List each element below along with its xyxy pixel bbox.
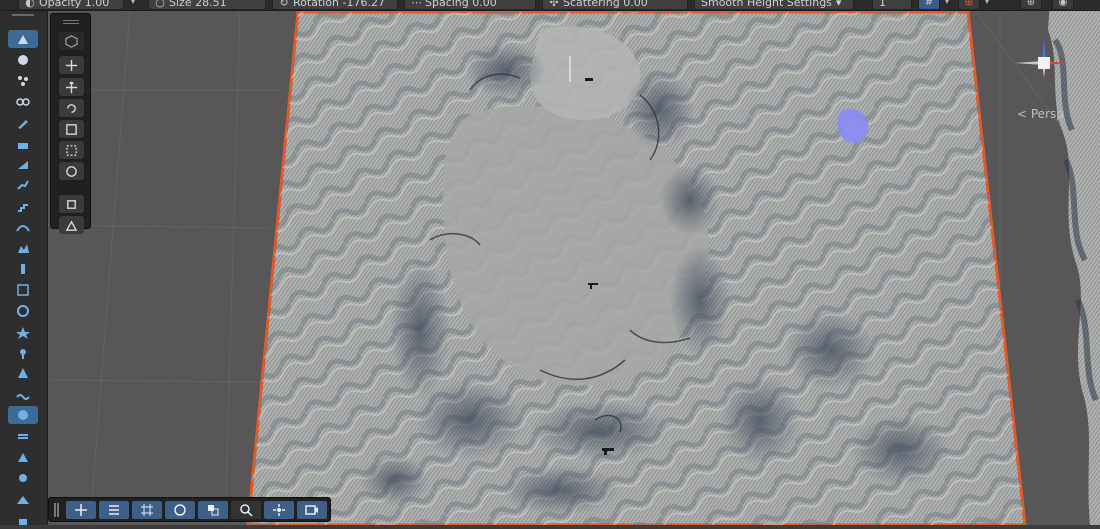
size-field[interactable]: ○ Size 28.51 — [148, 0, 266, 10]
terrain-tool-icon[interactable] — [59, 216, 84, 234]
bar-handle[interactable] — [54, 503, 56, 517]
cube-icon[interactable] — [59, 32, 84, 50]
thermal-erosion-icon[interactable] — [8, 406, 38, 425]
ridge-icon[interactable] — [8, 490, 38, 508]
rotate-tool-icon[interactable] — [59, 99, 84, 117]
noise-icon[interactable] — [8, 260, 38, 278]
brush-icon[interactable] — [8, 114, 38, 132]
terrace-icon[interactable] — [8, 197, 38, 215]
scene-viewport[interactable] — [0, 0, 1100, 525]
camera-icon[interactable] — [297, 501, 327, 519]
center-cube[interactable] — [1038, 57, 1050, 69]
strip-handle[interactable] — [12, 14, 34, 16]
snap-dropdown-icon[interactable]: ▾ — [940, 0, 954, 10]
erosion-icon[interactable] — [8, 364, 38, 382]
move-icon[interactable] — [66, 501, 96, 519]
size-icon: ○ — [155, 0, 165, 9]
globe-icon[interactable]: ⊕ — [1020, 0, 1042, 10]
move-tool-icon[interactable] — [59, 78, 84, 96]
snap-icon[interactable]: # — [918, 0, 940, 10]
grid-icon[interactable] — [132, 501, 162, 519]
twist-icon[interactable] — [8, 302, 38, 320]
smudge-icon[interactable] — [8, 323, 38, 341]
slope-flatten-icon[interactable] — [8, 176, 38, 194]
gizmo-toggle-icon[interactable]: ⊞ — [958, 0, 980, 10]
wind-erosion-icon[interactable] — [8, 385, 38, 403]
smooth-height-settings-dropdown[interactable]: Smooth Height Settings ▾ — [694, 0, 854, 10]
mesa-icon[interactable] — [8, 511, 38, 529]
projection-label[interactable]: < Persp — [1017, 107, 1064, 121]
brush-settings-toolbar: ◐ Opacity 1.00 ▾ ○ Size 28.51 ↻ Rotation -1… — [0, 0, 1100, 11]
contrast-icon[interactable] — [8, 218, 38, 236]
rotation-field[interactable]: ↻ Rotation -176.27 — [272, 0, 398, 10]
stamp-icon[interactable] — [8, 93, 38, 111]
scattering-field[interactable]: ✣ Scattering 0.00 — [542, 0, 688, 10]
circle-icon[interactable] — [165, 501, 195, 519]
search-icon[interactable] — [231, 501, 261, 519]
spacing-field[interactable]: ⋯ Spacing 0.00 — [404, 0, 536, 10]
panel-handle[interactable] — [63, 20, 79, 21]
bridge-icon[interactable] — [8, 448, 38, 466]
chevron-down-icon: ▾ — [835, 0, 842, 9]
raise-lower-icon[interactable] — [8, 30, 38, 48]
terrain-tools-strip — [0, 10, 48, 525]
center-icon[interactable] — [264, 501, 294, 519]
terrain-view[interactable] — [0, 0, 1100, 525]
smooth-height-icon[interactable] — [8, 155, 38, 173]
opacity-icon: ◐ — [25, 0, 35, 9]
transform-tool-icon[interactable] — [59, 162, 84, 180]
overlay-toolbar — [48, 497, 331, 522]
stamp-terrain-icon[interactable] — [8, 344, 38, 362]
custom-tool-icon[interactable] — [59, 195, 84, 213]
paint-texture-icon[interactable] — [8, 72, 38, 90]
layers-icon[interactable]: ◉ — [1052, 0, 1074, 10]
paint-holes-icon[interactable] — [8, 51, 38, 69]
spacing-icon: ⋯ — [411, 0, 422, 9]
gizmo-dropdown-icon[interactable]: ▾ — [980, 0, 994, 10]
settings-icon[interactable] — [99, 501, 129, 519]
sharpen-peaks-icon[interactable] — [8, 239, 38, 257]
opacity-field[interactable]: ◐ Opacity 1.00 — [18, 0, 124, 10]
opacity-dropdown-icon[interactable]: ▾ — [126, 0, 140, 10]
view-tool-icon[interactable] — [59, 56, 84, 74]
layers-icon[interactable] — [198, 501, 228, 519]
value-input[interactable]: 1 — [872, 0, 912, 10]
pinch-icon[interactable] — [8, 281, 38, 299]
rect-tool-icon[interactable] — [59, 141, 84, 159]
clone-icon[interactable] — [8, 469, 38, 487]
hydraulic-erosion-icon[interactable] — [8, 427, 38, 445]
scale-tool-icon[interactable] — [59, 120, 84, 138]
set-height-icon[interactable] — [8, 135, 38, 153]
transform-tools-panel — [50, 13, 91, 234]
scattering-icon: ✣ — [549, 0, 559, 9]
rotation-icon: ↻ — [279, 0, 289, 9]
orientation-gizmo[interactable] — [1011, 30, 1077, 96]
